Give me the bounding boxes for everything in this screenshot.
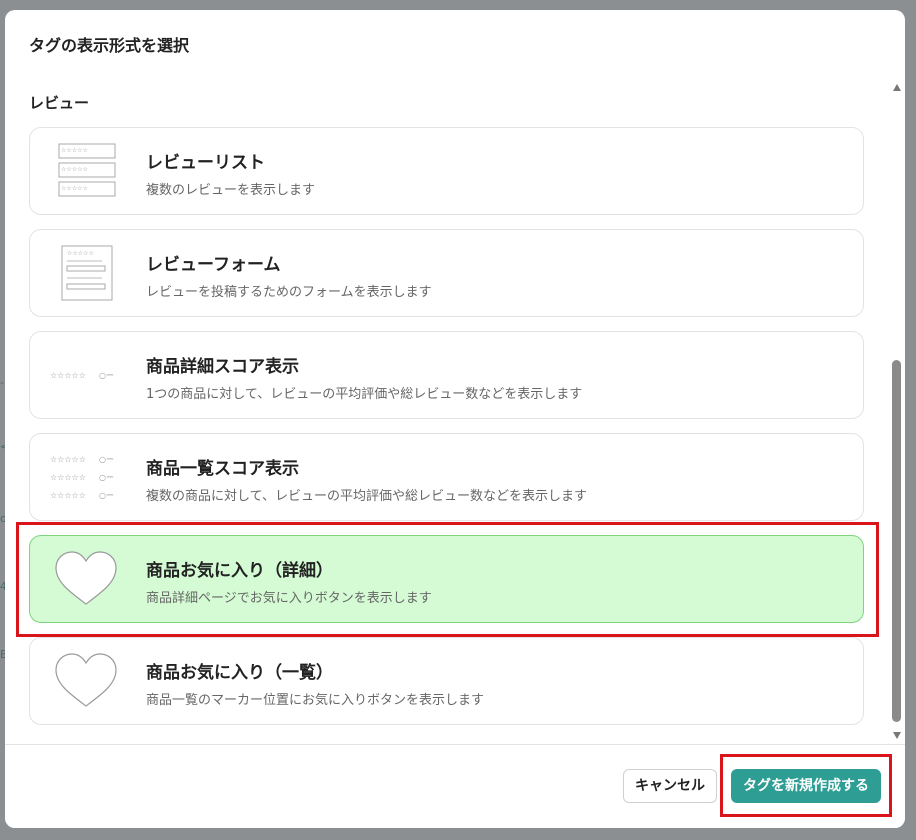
svg-text:○ー: ○ー: [99, 473, 114, 482]
scroll-up-arrow-icon[interactable]: [893, 84, 901, 91]
option-description: 商品一覧のマーカー位置にお気に入りボタンを表示します: [146, 693, 485, 708]
svg-text:☆☆☆☆☆: ☆☆☆☆☆: [61, 147, 88, 154]
svg-text:☆☆☆☆☆: ☆☆☆☆☆: [50, 455, 86, 464]
heart-icon: [55, 551, 117, 605]
option-favorite-list[interactable]: 商品お気に入り（一覧） 商品一覧のマーカー位置にお気に入りボタンを表示します: [29, 637, 864, 725]
star-score-icon: ☆☆☆☆☆ ○ー: [50, 371, 114, 380]
option-product-list-score[interactable]: ☆☆☆☆☆ ○ー ☆☆☆☆☆ ○ー ☆☆☆☆☆ ○ー 商品一覧スコア表示 複数の…: [29, 433, 864, 521]
option-title: レビューフォーム: [146, 255, 281, 275]
svg-text:○ー: ○ー: [99, 371, 114, 380]
section-label-review: レビュー: [29, 94, 90, 112]
option-description: 商品詳細ページでお気に入りボタンを表示します: [146, 591, 432, 606]
create-tag-button[interactable]: タグを新規作成する: [731, 769, 881, 803]
svg-text:○ー: ○ー: [99, 491, 114, 500]
svg-text:☆☆☆☆☆: ☆☆☆☆☆: [50, 371, 86, 380]
option-description: レビューを投稿するためのフォームを表示します: [146, 285, 432, 300]
review-form-icon: ☆☆☆☆☆: [61, 245, 113, 301]
option-title: 商品お気に入り（詳細）: [146, 561, 333, 581]
option-review-list[interactable]: ☆☆☆☆☆ ☆☆☆☆☆ ☆☆☆☆☆ レビューリスト 複数のレビューを表示します: [29, 127, 864, 215]
star-score-list-icon: ☆☆☆☆☆ ○ー ☆☆☆☆☆ ○ー ☆☆☆☆☆ ○ー: [50, 455, 114, 500]
scroll-down-arrow-icon[interactable]: [893, 732, 901, 739]
svg-text:☆☆☆☆☆: ☆☆☆☆☆: [61, 185, 88, 192]
option-title: レビューリスト: [146, 153, 265, 173]
review-list-icon: ☆☆☆☆☆ ☆☆☆☆☆ ☆☆☆☆☆: [58, 143, 116, 197]
option-favorite-detail[interactable]: 商品お気に入り（詳細） 商品詳細ページでお気に入りボタンを表示します: [29, 535, 864, 623]
cancel-button[interactable]: キャンセル: [623, 769, 717, 803]
scrollbar-thumb[interactable]: [892, 360, 901, 722]
option-description: 複数の商品に対して、レビューの平均評価や総レビュー数などを表示します: [146, 489, 587, 504]
background-fragment: -: [0, 376, 4, 389]
option-description: 複数のレビューを表示します: [146, 183, 316, 198]
option-title: 商品お気に入り（一覧）: [146, 663, 333, 683]
modal-footer: キャンセル タグを新規作成する: [5, 744, 905, 828]
option-description: 1つの商品に対して、レビューの平均評価や総レビュー数などを表示します: [146, 387, 583, 402]
heart-icon: [55, 653, 117, 707]
svg-text:☆☆☆☆☆: ☆☆☆☆☆: [50, 491, 86, 500]
svg-text:○ー: ○ー: [99, 455, 114, 464]
option-title: 商品一覧スコア表示: [146, 459, 299, 479]
option-product-detail-score[interactable]: ☆☆☆☆☆ ○ー 商品詳細スコア表示 1つの商品に対して、レビューの平均評価や総…: [29, 331, 864, 419]
option-review-form[interactable]: ☆☆☆☆☆ レビューフォーム レビューを投稿するためのフォームを表示します: [29, 229, 864, 317]
svg-text:☆☆☆☆☆: ☆☆☆☆☆: [61, 166, 88, 173]
modal-title: タグの表示形式を選択: [29, 36, 190, 55]
svg-text:☆☆☆☆☆: ☆☆☆☆☆: [50, 473, 86, 482]
svg-text:☆☆☆☆☆: ☆☆☆☆☆: [67, 250, 94, 257]
tag-format-modal: タグの表示形式を選択 レビュー ☆☆☆☆☆ ☆☆☆☆☆ ☆☆☆☆☆ レビューリス…: [5, 10, 905, 828]
option-title: 商品詳細スコア表示: [146, 357, 299, 377]
